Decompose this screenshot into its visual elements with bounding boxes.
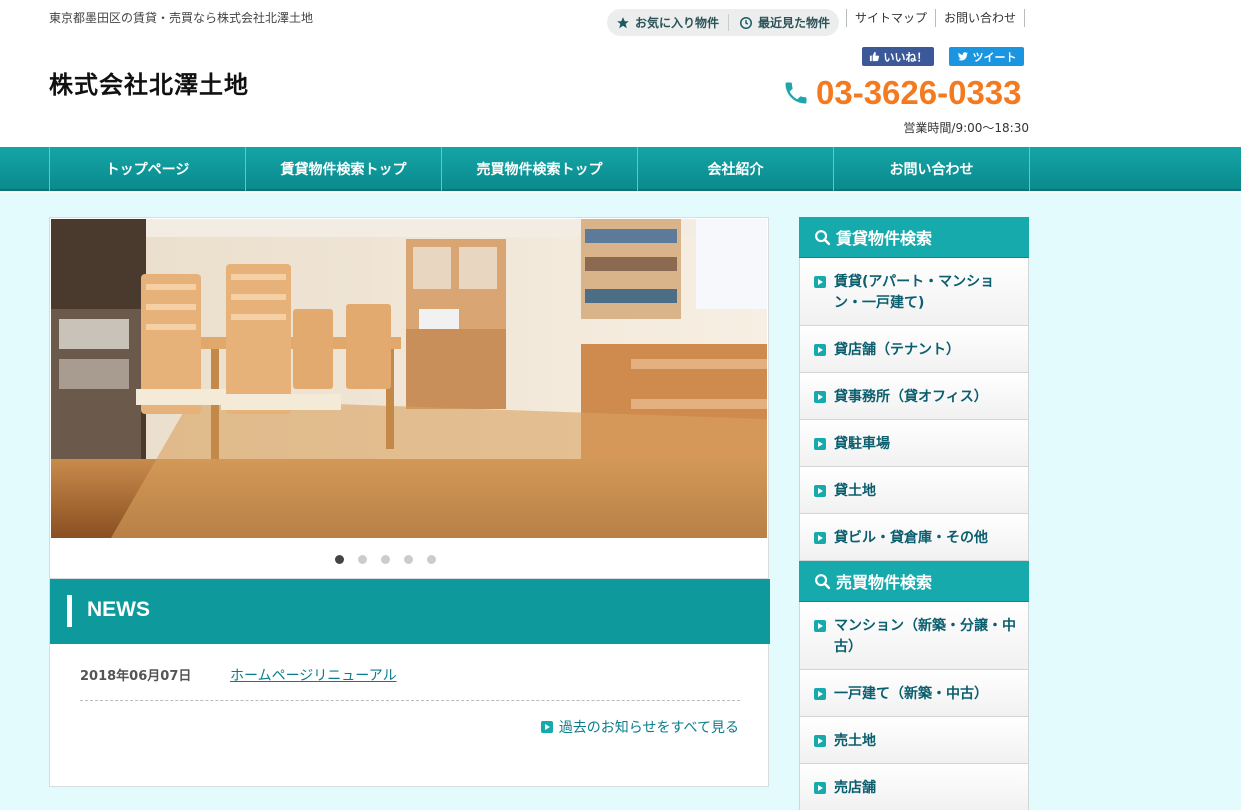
tweet-button[interactable]: ツイート — [949, 47, 1024, 66]
sidebar-item-rent-residential[interactable]: 賃貸(アパート・マンション・一戸建て) — [799, 258, 1029, 326]
arrow-right-icon — [814, 438, 826, 450]
nav-item-rent-search[interactable]: 賃貸物件検索トップ — [246, 147, 442, 191]
arrow-right-icon — [814, 344, 826, 356]
tweet-label: ツイート — [972, 50, 1017, 64]
news-more-label: 過去のお知らせをすべて見る — [558, 720, 739, 736]
sitemap-link[interactable]: サイトマップ — [846, 9, 937, 27]
social-buttons: いいね！ ツイート — [862, 47, 1024, 66]
news-header: NEWS — [50, 579, 770, 644]
sale-search-title: 売買物件検索 — [836, 573, 933, 592]
news-section: NEWS 2018年06月07日 ホームページリニューアル 過去のお知らせをすべ… — [49, 579, 770, 787]
sidebar-item-label: 貸事務所（貸オフィス） — [834, 389, 988, 405]
history-icon — [740, 16, 752, 29]
sidebar-item-label: 貸ビル・貸倉庫・その他 — [834, 530, 988, 546]
site-header: 東京都墨田区の賃貸・売買なら株式会社北澤土地 株式会社北澤土地 お気に入り物件 … — [0, 0, 1241, 147]
nav-item-sale-search[interactable]: 売買物件検索トップ — [442, 147, 638, 191]
sidebar-item-sale-condo[interactable]: マンション（新築・分譲・中古） — [799, 602, 1029, 670]
sidebar-item-label: 貸駐車場 — [834, 436, 890, 452]
favorites-label: お気に入り物件 — [635, 16, 720, 30]
sidebar-item-label: 貸土地 — [834, 483, 876, 499]
dining-room-illustration — [51, 219, 767, 538]
arrow-right-icon — [814, 782, 826, 794]
arrow-right-icon — [814, 620, 826, 632]
news-link[interactable]: ホームページリニューアル — [230, 665, 397, 685]
nav-item-contact[interactable]: お問い合わせ — [834, 147, 1030, 191]
sidebar-item-sale-land[interactable]: 売土地 — [799, 717, 1029, 764]
slider-dot-3[interactable] — [380, 555, 390, 564]
tagline: 東京都墨田区の賃貸・売買なら株式会社北澤土地 — [49, 11, 314, 25]
rent-search-heading: 賃貸物件検索 — [799, 217, 1029, 258]
page: 東京都墨田区の賃貸・売買なら株式会社北澤土地 株式会社北澤土地 お気に入り物件 … — [0, 0, 1241, 810]
sidebar-item-label: 売店舗 — [834, 780, 876, 796]
hero-slider — [49, 217, 769, 579]
sidebar-item-label: 一戸建て（新築・中古） — [834, 686, 988, 702]
arrow-right-icon — [814, 735, 826, 747]
search-icon — [815, 573, 831, 589]
news-header-bar — [67, 595, 72, 627]
arrow-right-icon — [814, 485, 826, 497]
phone-icon — [785, 82, 807, 104]
property-shortcuts: お気に入り物件 最近見た物件 — [607, 9, 839, 36]
phone-block: 03-3626-0333 — [782, 74, 1022, 112]
sidebar-item-label: 売土地 — [834, 733, 876, 749]
nav-item-top[interactable]: トップページ — [50, 147, 246, 191]
slider-dot-5[interactable] — [426, 555, 436, 564]
arrow-right-icon — [814, 276, 826, 288]
news-title: NEWS — [87, 598, 150, 621]
slider-dot-2[interactable] — [357, 555, 367, 564]
sidebar-item-rent-office[interactable]: 貸事務所（貸オフィス） — [799, 373, 1029, 420]
arrow-right-icon — [814, 391, 826, 403]
nav-item-company[interactable]: 会社紹介 — [638, 147, 834, 191]
sidebar-item-rent-other[interactable]: 貸ビル・貸倉庫・その他 — [799, 514, 1029, 561]
business-hours: 営業時間/9:00～18:30 — [903, 121, 1029, 135]
star-icon — [617, 16, 629, 28]
slider-dot-1[interactable] — [334, 555, 344, 564]
sidebar-item-label: マンション（新築・分譲・中古） — [834, 618, 1016, 655]
news-more-link[interactable]: 過去のお知らせをすべて見る — [540, 717, 739, 737]
arrow-right-icon — [814, 532, 826, 544]
slider-dot-4[interactable] — [403, 555, 413, 564]
sidebar-item-rent-land[interactable]: 貸土地 — [799, 467, 1029, 514]
rent-search-title: 賃貸物件検索 — [836, 229, 933, 248]
slide-image[interactable] — [51, 219, 767, 538]
news-item: 2018年06月07日 ホームページリニューアル — [80, 665, 740, 701]
sidebar-item-sale-house[interactable]: 一戸建て（新築・中古） — [799, 670, 1029, 717]
sidebar-item-rent-shop[interactable]: 貸店舗（テナント） — [799, 326, 1029, 373]
sidebar-item-label: 賃貸(アパート・マンション・一戸建て) — [834, 274, 995, 311]
sidebar-item-label: 貸店舗（テナント） — [834, 342, 960, 358]
arrow-right-icon — [540, 721, 553, 733]
sidebar: 賃貸物件検索 賃貸(アパート・マンション・一戸建て) 貸店舗（テナント） 貸事務… — [799, 217, 1029, 810]
contact-link[interactable]: お問い合わせ — [936, 9, 1026, 27]
search-icon — [815, 229, 831, 245]
facebook-like-button[interactable]: いいね！ — [862, 47, 934, 66]
arrow-right-icon — [814, 688, 826, 700]
sale-search-heading: 売買物件検索 — [799, 561, 1029, 602]
thumbs-up-icon — [869, 51, 879, 62]
slider-dots — [50, 555, 768, 564]
twitter-bird-icon — [957, 52, 968, 61]
like-label: いいね！ — [883, 50, 928, 64]
news-date: 2018年06月07日 — [80, 669, 192, 684]
recent-button[interactable]: 最近見た物件 — [729, 9, 830, 36]
phone-number[interactable]: 03-3626-0333 — [816, 74, 1022, 112]
sidebar-item-rent-parking[interactable]: 貸駐車場 — [799, 420, 1029, 467]
sidebar-item-sale-shop[interactable]: 売店舗 — [799, 764, 1029, 810]
global-nav: トップページ 賃貸物件検索トップ 売買物件検索トップ 会社紹介 お問い合わせ — [0, 147, 1241, 191]
favorites-button[interactable]: お気に入り物件 — [607, 14, 729, 31]
site-title[interactable]: 株式会社北澤土地 — [49, 65, 249, 100]
recent-label: 最近見た物件 — [758, 16, 831, 30]
top-links: サイトマップ お問い合わせ — [846, 9, 1026, 27]
